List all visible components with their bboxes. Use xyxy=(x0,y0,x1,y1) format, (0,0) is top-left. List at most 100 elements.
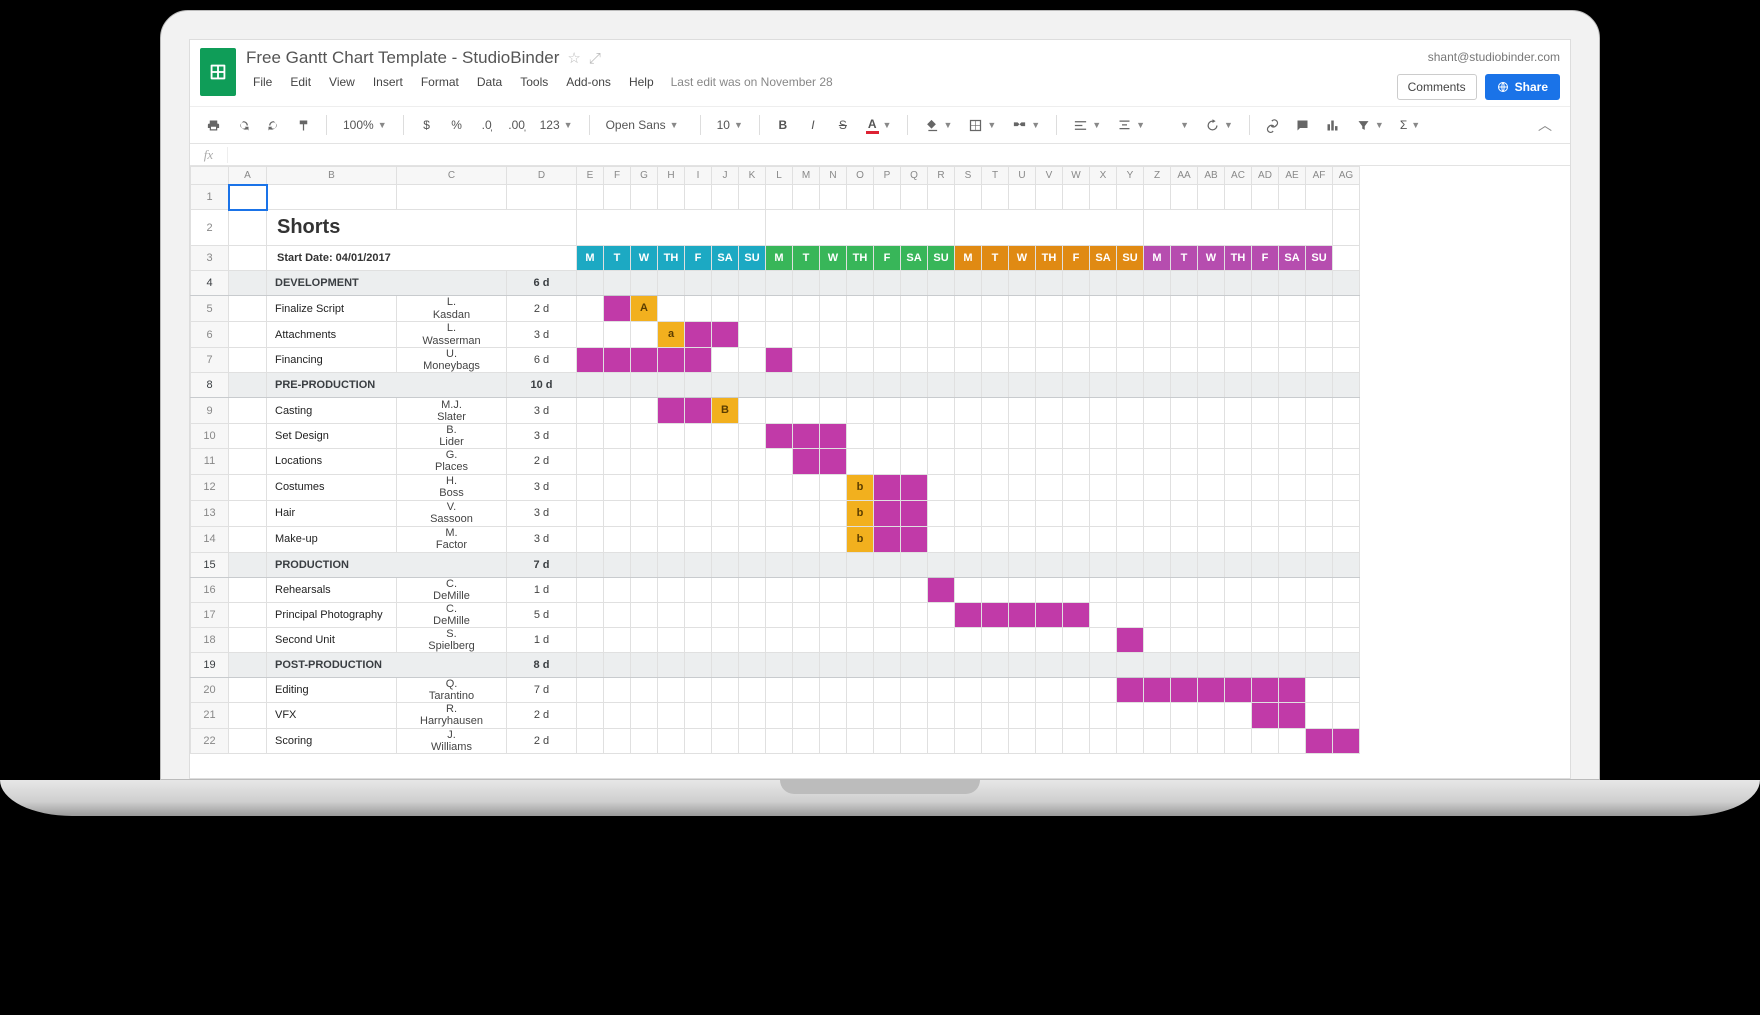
col-header[interactable]: A xyxy=(229,167,267,185)
borders-icon[interactable]: ▼ xyxy=(962,112,1002,138)
col-header[interactable]: B xyxy=(267,167,397,185)
document-title[interactable]: Free Gantt Chart Template - StudioBinder xyxy=(246,48,559,68)
gantt-cell[interactable] xyxy=(1333,728,1360,753)
share-button[interactable]: Share xyxy=(1485,74,1560,100)
gantt-cell[interactable] xyxy=(901,474,928,500)
gantt-cell[interactable] xyxy=(1279,703,1306,728)
col-header[interactable]: K xyxy=(739,167,766,185)
gantt-cell[interactable] xyxy=(712,322,739,348)
functions-icon[interactable]: Σ▼ xyxy=(1394,112,1426,138)
gantt-cell[interactable] xyxy=(928,577,955,602)
gantt-cell[interactable] xyxy=(685,322,712,348)
col-header[interactable]: AG xyxy=(1333,167,1360,185)
gantt-cell[interactable] xyxy=(766,424,793,449)
v-align-icon[interactable]: ▼ xyxy=(1111,112,1151,138)
gantt-cell[interactable] xyxy=(631,348,658,373)
currency-icon[interactable]: $ xyxy=(414,112,440,138)
bold-icon[interactable]: B xyxy=(770,112,796,138)
comments-button[interactable]: Comments xyxy=(1397,74,1477,100)
gantt-cell[interactable] xyxy=(1117,678,1144,703)
number-format-select[interactable]: 123▼ xyxy=(534,112,579,138)
col-header[interactable]: Y xyxy=(1117,167,1144,185)
link-icon[interactable] xyxy=(1260,112,1286,138)
gantt-cell[interactable] xyxy=(658,398,685,424)
col-header[interactable]: Q xyxy=(901,167,928,185)
gantt-cell[interactable] xyxy=(685,398,712,424)
col-header[interactable]: S xyxy=(955,167,982,185)
wrap-icon[interactable]: ▼ xyxy=(1155,112,1195,138)
gantt-cell[interactable] xyxy=(604,348,631,373)
col-header[interactable]: AD xyxy=(1252,167,1279,185)
gantt-cell[interactable] xyxy=(955,602,982,627)
gantt-cell[interactable] xyxy=(874,500,901,526)
gantt-cell[interactable] xyxy=(1063,602,1090,627)
paint-format-icon[interactable] xyxy=(290,112,316,138)
col-header[interactable]: P xyxy=(874,167,901,185)
merge-icon[interactable]: ▼ xyxy=(1006,112,1046,138)
cell-A1[interactable] xyxy=(229,185,267,210)
gantt-cell[interactable] xyxy=(820,424,847,449)
gantt-cell[interactable] xyxy=(1225,678,1252,703)
collapse-toolbar-icon[interactable]: ︿ xyxy=(1530,111,1560,139)
undo-icon[interactable] xyxy=(230,112,256,138)
col-header[interactable]: R xyxy=(928,167,955,185)
col-header[interactable]: I xyxy=(685,167,712,185)
gantt-cell[interactable] xyxy=(820,449,847,474)
gantt-cell[interactable] xyxy=(766,348,793,373)
filter-icon[interactable]: ▼ xyxy=(1350,112,1390,138)
gantt-cell[interactable]: a xyxy=(658,322,685,348)
comment-icon[interactable] xyxy=(1290,112,1316,138)
col-header[interactable]: AC xyxy=(1225,167,1252,185)
text-color-icon[interactable]: A▼ xyxy=(860,112,898,138)
col-header[interactable]: N xyxy=(820,167,847,185)
col-header[interactable]: AB xyxy=(1198,167,1225,185)
gantt-cell[interactable] xyxy=(874,526,901,552)
decrease-decimal-icon[interactable]: .0̩ xyxy=(474,112,500,138)
gantt-cell[interactable] xyxy=(1306,728,1333,753)
col-header[interactable]: L xyxy=(766,167,793,185)
col-header[interactable]: M xyxy=(793,167,820,185)
col-header[interactable]: Z xyxy=(1144,167,1171,185)
gantt-cell[interactable]: b xyxy=(847,474,874,500)
gantt-cell[interactable] xyxy=(1252,703,1279,728)
gantt-cell[interactable] xyxy=(793,449,820,474)
formula-input[interactable] xyxy=(228,148,1570,162)
col-header[interactable]: G xyxy=(631,167,658,185)
col-header[interactable]: AF xyxy=(1306,167,1333,185)
gantt-cell[interactable] xyxy=(1036,602,1063,627)
col-header[interactable]: D xyxy=(507,167,577,185)
h-align-icon[interactable]: ▼ xyxy=(1067,112,1107,138)
gantt-cell[interactable] xyxy=(1171,678,1198,703)
gantt-cell[interactable] xyxy=(901,500,928,526)
chart-icon[interactable] xyxy=(1320,112,1346,138)
col-header[interactable]: O xyxy=(847,167,874,185)
gantt-cell[interactable] xyxy=(1252,678,1279,703)
move-folder-icon[interactable]: ⤢ xyxy=(589,50,601,67)
col-header[interactable]: H xyxy=(658,167,685,185)
star-icon[interactable]: ☆ xyxy=(567,49,580,67)
increase-decimal-icon[interactable]: .00̩ xyxy=(504,112,530,138)
col-header[interactable]: F xyxy=(604,167,631,185)
col-header[interactable]: AA xyxy=(1171,167,1198,185)
gantt-cell[interactable] xyxy=(793,424,820,449)
col-header[interactable]: V xyxy=(1036,167,1063,185)
print-icon[interactable] xyxy=(200,112,226,138)
gantt-cell[interactable] xyxy=(1198,678,1225,703)
gantt-cell[interactable] xyxy=(1117,627,1144,652)
gantt-cell[interactable]: A xyxy=(631,296,658,322)
strike-icon[interactable]: S xyxy=(830,112,856,138)
col-header[interactable]: J xyxy=(712,167,739,185)
gantt-cell[interactable] xyxy=(874,474,901,500)
gantt-cell[interactable]: b xyxy=(847,500,874,526)
gantt-cell[interactable] xyxy=(685,348,712,373)
spreadsheet-grid[interactable]: ABCDEFGHIJKLMNOPQRSTUVWXYZAAABACADAEAFAG… xyxy=(190,166,1570,778)
col-header[interactable]: AE xyxy=(1279,167,1306,185)
fill-color-icon[interactable]: ▼ xyxy=(918,112,958,138)
gantt-cell[interactable] xyxy=(1144,678,1171,703)
col-header[interactable]: W xyxy=(1063,167,1090,185)
col-header[interactable]: U xyxy=(1009,167,1036,185)
gantt-cell[interactable]: b xyxy=(847,526,874,552)
gantt-cell[interactable] xyxy=(1279,678,1306,703)
rotate-icon[interactable]: ▼ xyxy=(1199,112,1239,138)
font-size-select[interactable]: 10▼ xyxy=(711,112,749,138)
